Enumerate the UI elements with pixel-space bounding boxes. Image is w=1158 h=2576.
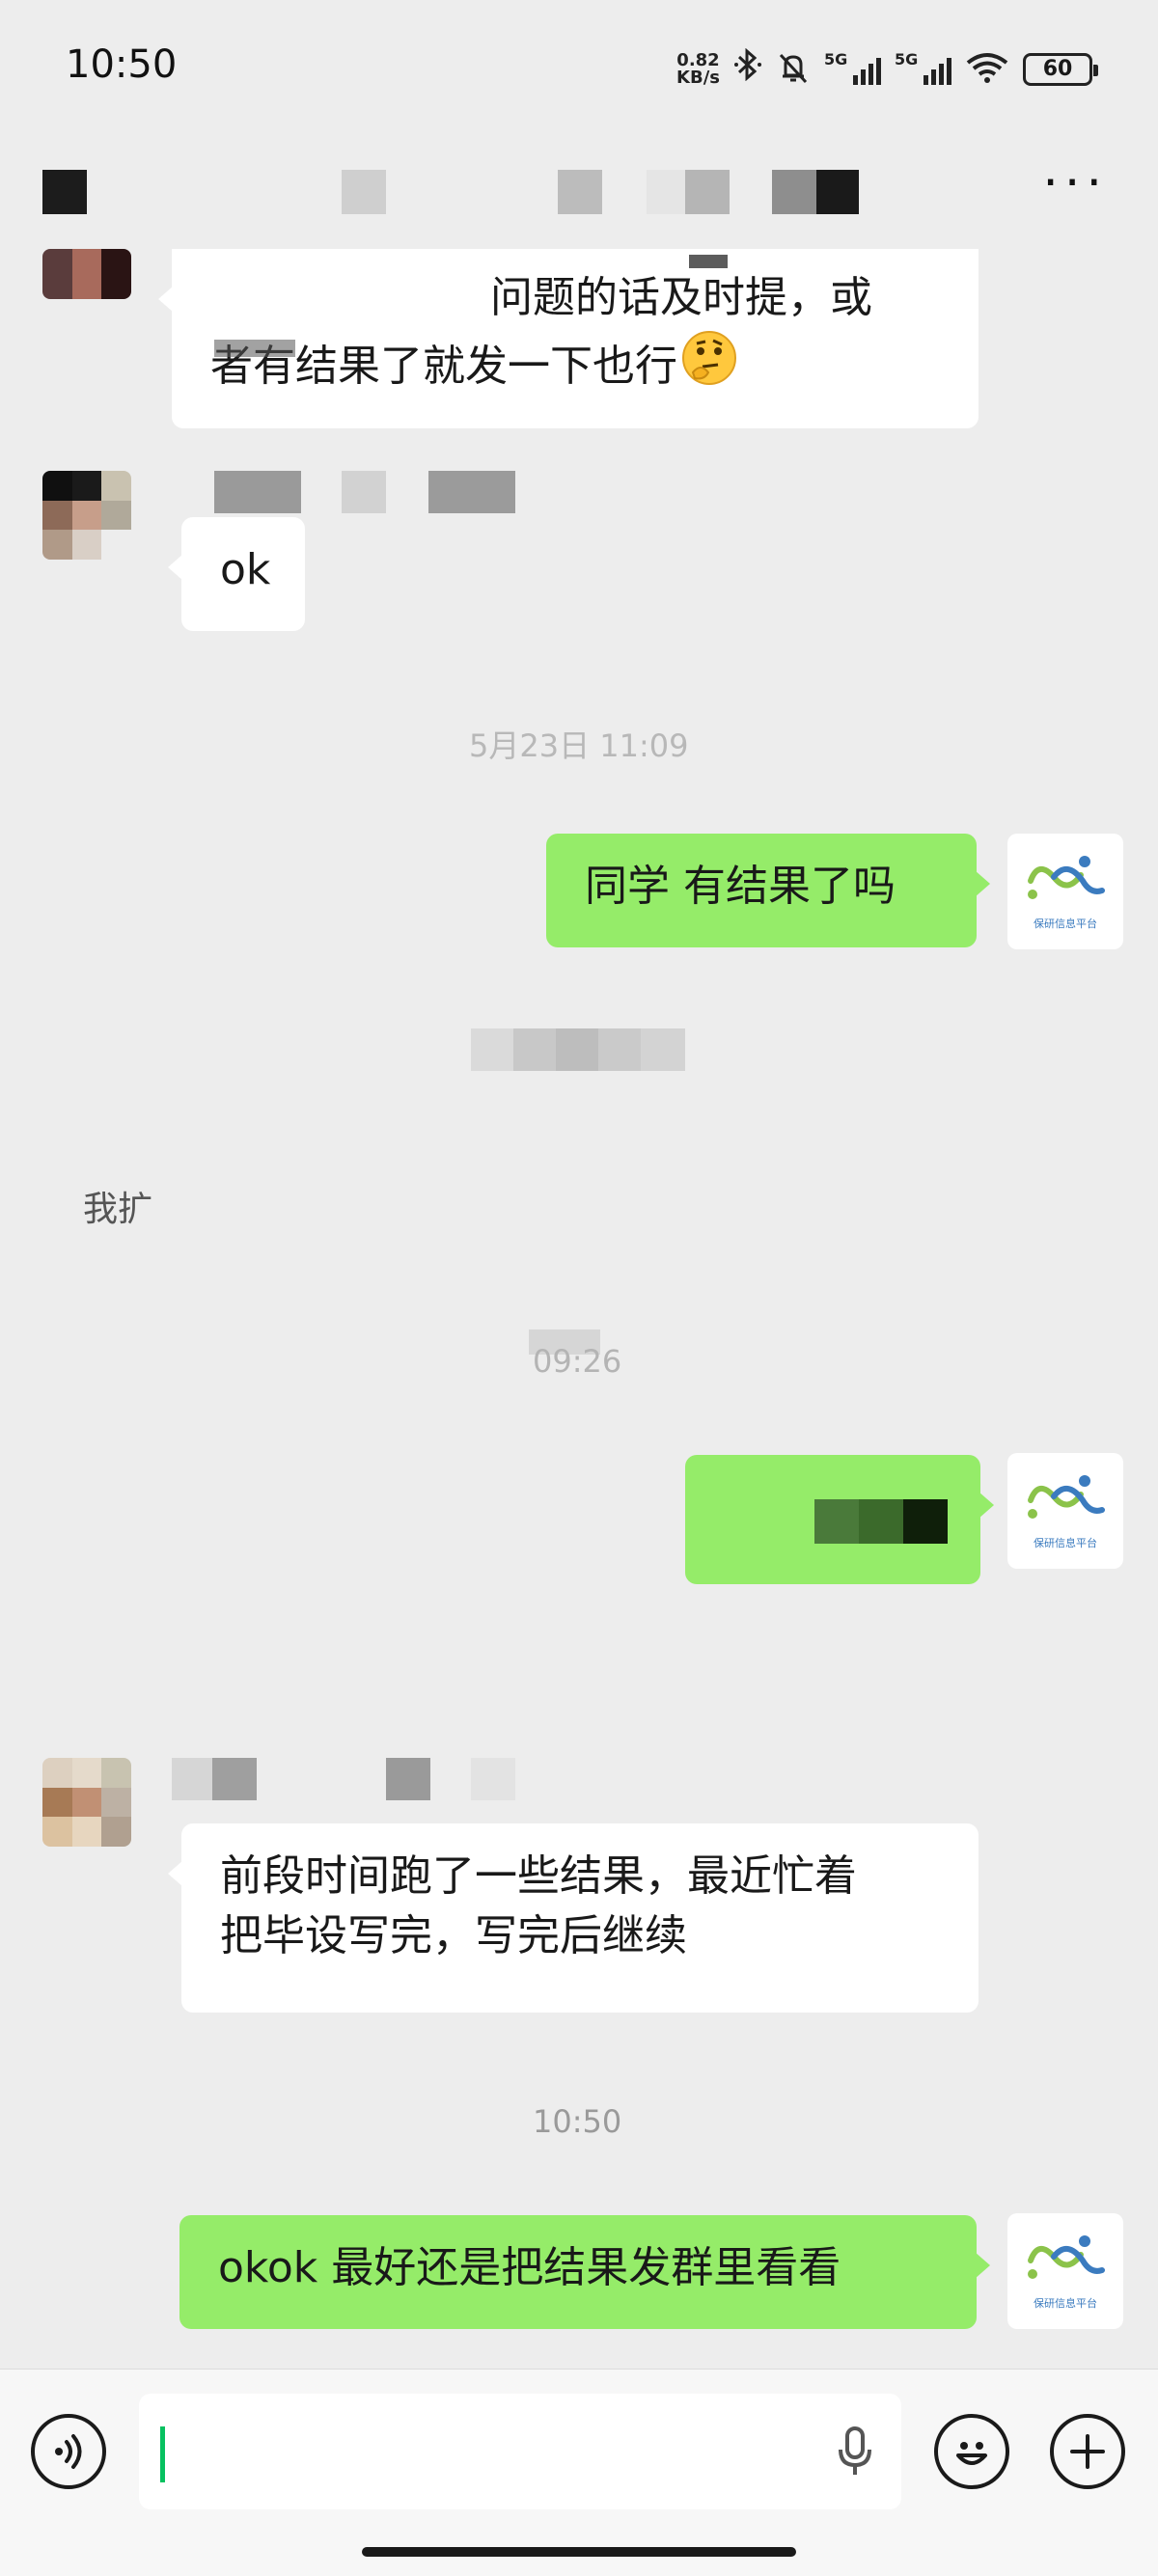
battery-icon: 60 [1023,52,1098,86]
message-text: 同学 有结果了吗 [585,862,896,911]
timestamp: 09:26 [533,1343,622,1380]
platform-logo-icon [1028,856,1105,899]
redaction-mark [214,340,295,357]
signal-2-tag: 5G [895,49,919,69]
more-functions-button[interactable] [1050,2414,1125,2489]
text-caret [160,2426,165,2482]
message-content-redacted [903,1499,948,1544]
signal-1-tag: 5G [824,49,848,69]
message-text: 前段时间跑了一些结果，最近忙着 [220,1851,857,1901]
voice-mode-button[interactable] [31,2414,106,2489]
message-bubble-sent[interactable]: 同学 有结果了吗 [546,834,990,947]
my-avatar[interactable]: 保研信息平台 [1007,2213,1123,2329]
sender-name-redacted [214,471,301,513]
thinking-face-emoji-icon [679,328,739,404]
contact-name-redacted [685,170,730,214]
sender-name-redacted [428,471,515,513]
network-speed: 0.82 KB/s [676,49,720,88]
message-text: 把毕设写完，写完后继续 [220,1911,687,1960]
contact-name-redacted [558,170,602,214]
network-speed-value: 0.82 [676,49,720,70]
emoji-button[interactable] [934,2414,1009,2489]
platform-logo-icon [1028,1475,1105,1519]
message-bubble-received[interactable]: 问题的话及时提，或 者有结果了就发一下也行 [158,249,979,428]
microphone-icon[interactable] [836,2425,874,2482]
more-options-button[interactable]: ··· [1042,158,1108,208]
message-content-redacted [859,1499,903,1544]
home-indicator[interactable] [362,2547,796,2557]
notice-redacted [556,1028,598,1071]
my-avatar[interactable]: 保研信息平台 [1007,834,1123,949]
message-text: 问题的话及时提，或 [490,273,872,322]
partial-message-text: 我扩 [83,1190,153,1229]
message-bubble-sent[interactable]: okok 最好还是把结果发群里看看 [179,2215,990,2329]
sender-name-redacted [342,471,386,513]
smiley-icon [956,2442,987,2465]
contact-name-redacted [647,170,685,214]
message-text: okok 最好还是把结果发群里看看 [218,2243,841,2292]
avatar-mosaic [42,471,131,560]
status-icons: 0.82 KB/s 5G 5G 60 [676,47,1098,90]
wifi-icon [965,51,1009,88]
avatar-caption: 保研信息平台 [1034,918,1097,930]
my-avatar[interactable]: 保研信息平台 [1007,1453,1123,1569]
notice-redacted [641,1028,685,1071]
timestamp: 5月23日 11:09 [469,727,689,764]
avatar-mosaic [42,1758,131,1847]
message-text: ok [220,545,271,594]
bluetooth-icon [733,47,762,90]
timestamp: 10:50 [533,2103,622,2140]
contact-name-redacted [772,170,816,214]
mute-bell-icon [776,50,811,89]
platform-logo-icon [1028,2235,1105,2279]
plus-icon [1070,2434,1105,2469]
message-bubble-received[interactable]: ok [168,517,305,631]
avatar-caption: 保研信息平台 [1034,2297,1097,2310]
avatar-caption: 保研信息平台 [1034,1537,1097,1549]
avatar-mosaic [42,249,131,299]
input-bar [0,2369,1158,2576]
signal-icon: 5G [895,50,951,85]
sender-name-redacted [471,1758,515,1800]
contact-avatar[interactable] [42,471,131,560]
redaction-mark [689,255,728,268]
sender-name-redacted [212,1758,257,1800]
sender-name-redacted [172,1758,212,1800]
network-speed-unit: KB/s [676,67,720,88]
notice-redacted [471,1028,513,1071]
sender-name-redacted [386,1758,430,1800]
chat-header: ··· [0,145,1158,241]
status-bar: 10:50 0.82 KB/s 5G 5G 60 [0,0,1158,135]
notice-redacted [513,1028,556,1071]
contact-name-redacted [816,170,859,214]
message-bubble-sent[interactable] [685,1455,994,1584]
notice-redacted [598,1028,641,1071]
contact-avatar[interactable] [42,1758,131,1847]
status-time: 10:50 [66,42,178,87]
signal-icon: 5G [824,50,881,85]
message-bubble-received[interactable]: 前段时间跑了一些结果，最近忙着 把毕设写完，写完后继续 [168,1823,979,2013]
message-content-redacted [814,1499,859,1544]
contact-avatar[interactable] [42,249,131,299]
voice-wave-icon [55,2434,82,2469]
message-input[interactable] [139,2394,901,2509]
contact-name-redacted [42,170,87,214]
contact-name-redacted [342,170,386,214]
